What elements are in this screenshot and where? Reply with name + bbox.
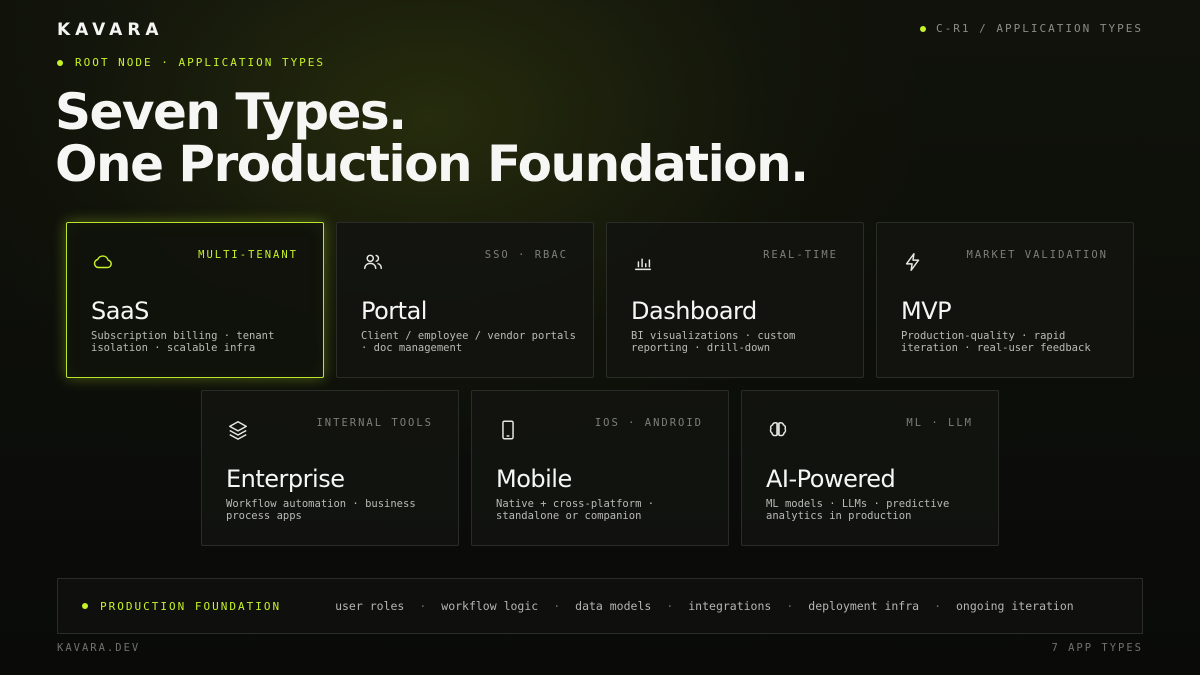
separator-dot: · bbox=[419, 599, 427, 613]
section-tag-text: C-R1 / APPLICATION TYPES bbox=[936, 22, 1143, 35]
card-enterprise[interactable]: INTERNAL TOOLS Enterprise Workflow autom… bbox=[201, 390, 459, 546]
status-dot-icon bbox=[920, 25, 927, 32]
card-tag: MULTI-TENANT bbox=[198, 249, 298, 261]
foundation-item: deployment infra bbox=[808, 599, 920, 613]
footer-domain[interactable]: KAVARA.DEV bbox=[57, 642, 140, 654]
foundation-item: user roles bbox=[335, 599, 405, 613]
card-tag: IOS · ANDROID bbox=[594, 417, 703, 429]
production-foundation-bar: PRODUCTION FOUNDATION user roles · workf… bbox=[57, 578, 1143, 634]
headline-line-1: Seven Types. bbox=[55, 83, 407, 141]
foundation-label-text: PRODUCTION FOUNDATION bbox=[100, 599, 282, 613]
card-title: Mobile bbox=[496, 465, 572, 493]
lightning-icon bbox=[902, 251, 924, 273]
card-title: Dashboard bbox=[631, 297, 757, 325]
card-tag: INTERNAL TOOLS bbox=[316, 417, 433, 429]
card-title: AI-Powered bbox=[766, 465, 896, 493]
card-description: Production-quality · rapid iteration · r… bbox=[901, 330, 1091, 354]
card-description: Native + cross-platform · standalone or … bbox=[496, 498, 655, 522]
separator-dot: · bbox=[666, 599, 674, 613]
cloud-icon bbox=[92, 251, 114, 273]
footer-count: 7 APP TYPES bbox=[1051, 642, 1143, 654]
card-title: Enterprise bbox=[226, 465, 345, 493]
foundation-label: PRODUCTION FOUNDATION bbox=[82, 600, 281, 613]
card-description: BI visualizations · custom reporting · d… bbox=[631, 330, 796, 354]
foundation-item: workflow logic bbox=[441, 599, 539, 613]
page-title: Seven Types. One Production Foundation. bbox=[55, 83, 809, 193]
card-dashboard[interactable]: REAL-TIME Dashboard BI visualizations · … bbox=[606, 222, 864, 378]
eyebrow-text: ROOT NODE · APPLICATION TYPES bbox=[75, 56, 326, 69]
separator-dot: · bbox=[553, 599, 561, 613]
card-tag: REAL-TIME bbox=[763, 249, 838, 261]
card-tag: MARKET VALIDATION bbox=[966, 249, 1108, 261]
separator-dot: · bbox=[786, 599, 794, 613]
eyebrow-dot-icon bbox=[57, 59, 63, 66]
card-saas[interactable]: MULTI-TENANT SaaS Subscription billing ·… bbox=[66, 222, 324, 378]
layers-icon bbox=[227, 419, 249, 441]
card-description: Subscription billing · tenant isolation … bbox=[91, 330, 275, 354]
bar-chart-icon bbox=[632, 251, 654, 273]
eyebrow: ROOT NODE · APPLICATION TYPES bbox=[57, 56, 325, 69]
separator-dot: · bbox=[934, 599, 941, 613]
card-description: ML models · LLMs · predictive analytics … bbox=[766, 498, 950, 522]
brain-icon bbox=[767, 419, 789, 441]
card-tag: ML · LLM bbox=[906, 417, 973, 429]
card-ai-powered[interactable]: ML · LLM AI-Powered ML models · LLMs · p… bbox=[741, 390, 999, 546]
foundation-item: data models bbox=[575, 599, 652, 613]
foundation-dot-icon bbox=[82, 603, 88, 609]
card-description: Client / employee / vendor portals · doc… bbox=[361, 330, 576, 354]
headline-line-2: One Production Foundation. bbox=[55, 135, 809, 193]
foundation-item: ongoing iteration bbox=[956, 599, 1074, 613]
card-tag: SSO · RBAC bbox=[484, 249, 568, 261]
smartphone-icon bbox=[497, 419, 519, 441]
card-portal[interactable]: SSO · RBAC Portal Client / employee / ve… bbox=[336, 222, 594, 378]
brand-logo: KAVARA bbox=[57, 20, 164, 40]
card-description: Workflow automation · business process a… bbox=[226, 498, 416, 522]
card-title: Portal bbox=[361, 297, 427, 325]
card-mobile[interactable]: IOS · ANDROID Mobile Native + cross-plat… bbox=[471, 390, 729, 546]
foundation-item: integrations bbox=[688, 599, 772, 613]
card-mvp[interactable]: MARKET VALIDATION MVP Production-quality… bbox=[876, 222, 1134, 378]
users-icon bbox=[362, 251, 384, 273]
section-tag: C-R1 / APPLICATION TYPES bbox=[920, 22, 1143, 35]
card-title: MVP bbox=[901, 297, 952, 325]
card-title: SaaS bbox=[91, 297, 149, 325]
foundation-items: user roles · workflow logic · data model… bbox=[335, 599, 1074, 613]
